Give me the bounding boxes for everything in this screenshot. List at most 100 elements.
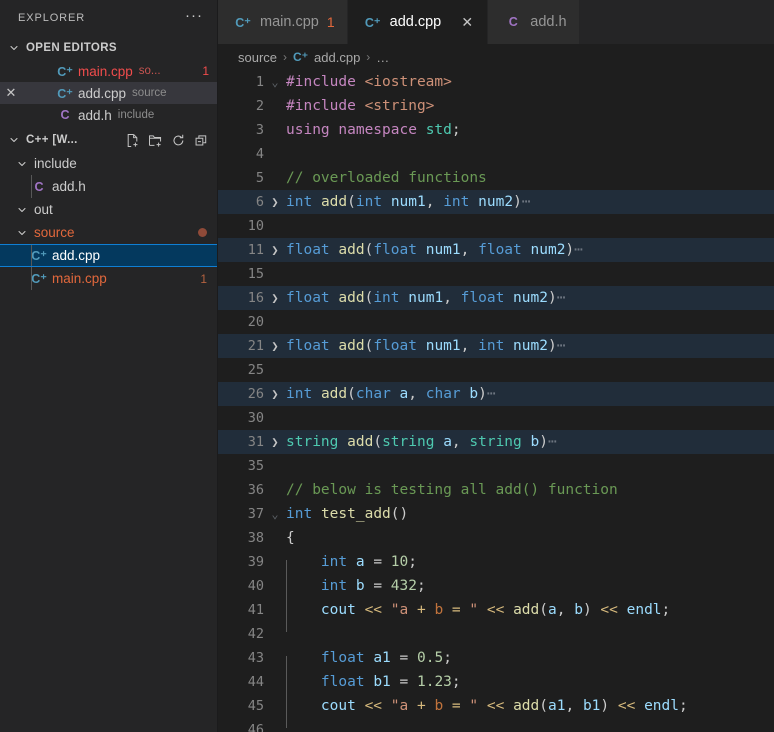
- code-line[interactable]: 6 ❯ int add(int num1, int num2)⋯: [218, 190, 774, 214]
- explorer-sidebar: EXPLORER ··· OPEN EDITORS C⁺ main.cpp so..…: [0, 0, 218, 732]
- code-editor[interactable]: 1 ⌄ #include <iostream> 2 #include <string> 3…: [218, 70, 774, 732]
- code-line[interactable]: 30: [218, 406, 774, 430]
- fold-collapsed-icon[interactable]: ❯: [264, 382, 286, 406]
- cpp-file-icon: C⁺: [31, 272, 47, 286]
- tree-folder-row[interactable]: include: [0, 152, 217, 175]
- fold-expanded-icon[interactable]: ⌄: [264, 502, 286, 526]
- folded-code-ellipsis[interactable]: ⋯: [557, 290, 566, 306]
- tree-folder-row[interactable]: source: [0, 221, 217, 244]
- editor-tab[interactable]: Cadd.h: [488, 0, 580, 44]
- line-number: 1: [255, 74, 264, 90]
- section-header-open-editors[interactable]: OPEN EDITORS: [0, 36, 217, 60]
- tree-file-row[interactable]: C⁺ main.cpp 1: [0, 267, 217, 290]
- code-line[interactable]: 15: [218, 262, 774, 286]
- open-editor-item[interactable]: ✕ C⁺ add.cpp source: [0, 82, 217, 104]
- folded-code-ellipsis[interactable]: ⋯: [557, 338, 566, 354]
- code-line[interactable]: 10: [218, 214, 774, 238]
- code-line[interactable]: 1 ⌄ #include <iostream>: [218, 70, 774, 94]
- code-line[interactable]: 41 cout << "a + b = " << add(a, b) << en…: [218, 598, 774, 632]
- code-comment: // overloaded functions: [286, 170, 487, 186]
- line-number: 39: [247, 554, 264, 570]
- code-line[interactable]: 4: [218, 142, 774, 166]
- open-editor-item[interactable]: Cadd.h include: [0, 104, 217, 126]
- line-number: 45: [247, 698, 264, 714]
- code-line[interactable]: 42: [218, 622, 774, 646]
- code-line[interactable]: 16 ❯ float add(int num1, float num2)⋯: [218, 286, 774, 310]
- file-name: add.h: [52, 179, 86, 194]
- editor-tab[interactable]: C⁺ main.cpp 1: [218, 0, 348, 44]
- code-line[interactable]: 3 using namespace std;: [218, 118, 774, 142]
- breadcrumb-symbol[interactable]: …: [376, 50, 389, 65]
- collapse-all-icon[interactable]: [191, 130, 211, 150]
- chevron-down-icon: [6, 132, 22, 148]
- code-line[interactable]: 39 int a = 10;: [218, 550, 774, 584]
- chevron-down-icon[interactable]: [14, 225, 30, 241]
- code-line[interactable]: 43 float a1 = 0.5;: [218, 646, 774, 680]
- code-line[interactable]: 46: [218, 718, 774, 732]
- code-line-text: float a1 = 0.5;: [286, 650, 452, 680]
- code-line[interactable]: 36 // below is testing all add() function: [218, 478, 774, 502]
- code-line-text: // below is testing all add() function: [286, 478, 774, 502]
- line-number: 46: [247, 722, 264, 732]
- code-line[interactable]: 37 ⌄ int test_add(): [218, 502, 774, 526]
- folded-code-ellipsis[interactable]: ⋯: [548, 434, 557, 450]
- close-icon[interactable]: ✕: [459, 14, 475, 31]
- code-line[interactable]: 45 cout << "a + b = " << add(a1, b1) << …: [218, 694, 774, 728]
- fold-collapsed-icon[interactable]: ❯: [264, 430, 286, 454]
- new-folder-icon[interactable]: [145, 130, 165, 150]
- indent-guide: [31, 267, 32, 290]
- code-line[interactable]: 25: [218, 358, 774, 382]
- fold-collapsed-icon[interactable]: ❯: [264, 334, 286, 358]
- chevron-down-icon[interactable]: [14, 202, 30, 218]
- tree-file-row[interactable]: C⁺ add.cpp: [0, 244, 217, 267]
- new-file-icon[interactable]: [122, 130, 142, 150]
- code-line[interactable]: 2 #include <string>: [218, 94, 774, 118]
- code-line[interactable]: 20: [218, 310, 774, 334]
- line-number: 15: [247, 266, 264, 282]
- code-string: "a + b = ": [390, 698, 479, 714]
- error-count-badge: 1: [202, 64, 209, 78]
- fold-collapsed-icon[interactable]: ❯: [264, 190, 286, 214]
- tree-file-row[interactable]: Cadd.h: [0, 175, 217, 198]
- page-title: EXPLORER: [18, 12, 86, 24]
- code-line[interactable]: 44 float b1 = 1.23;: [218, 670, 774, 704]
- line-number: 11: [247, 242, 264, 258]
- open-editor-folder: so...: [138, 65, 161, 77]
- line-number: 40: [247, 578, 264, 594]
- code-line[interactable]: 31 ❯ string add(string a, string b)⋯: [218, 430, 774, 454]
- editor-tab[interactable]: C⁺ add.cpp ✕: [347, 0, 489, 44]
- code-line[interactable]: 5 // overloaded functions: [218, 166, 774, 190]
- code-line[interactable]: 21 ❯ float add(float num1, int num2)⋯: [218, 334, 774, 358]
- vscode-window: EXPLORER ··· OPEN EDITORS C⁺ main.cpp so..…: [0, 0, 774, 732]
- code-line[interactable]: 26 ❯ int add(char a, char b)⋯: [218, 382, 774, 406]
- section-header-project[interactable]: C++ [W...: [0, 128, 217, 152]
- tab-label: add.cpp: [389, 14, 442, 30]
- code-line[interactable]: 40 int b = 432;: [218, 574, 774, 608]
- folder-name: out: [34, 202, 53, 217]
- open-editor-item[interactable]: C⁺ main.cpp so... 1: [0, 60, 217, 82]
- breadcrumb-file[interactable]: add.cpp: [314, 50, 360, 65]
- editor-tab-bar: C⁺ main.cpp 1 C⁺ add.cpp ✕ Cadd.h: [218, 0, 774, 44]
- fold-collapsed-icon[interactable]: ❯: [264, 238, 286, 262]
- code-line-text: float b1 = 1.23;: [286, 674, 461, 704]
- folded-code-ellipsis[interactable]: ⋯: [522, 194, 531, 210]
- close-icon[interactable]: ✕: [0, 85, 22, 101]
- code-line[interactable]: 11 ❯ float add(float num1, float num2)⋯: [218, 238, 774, 262]
- editor-area: C⁺ main.cpp 1 C⁺ add.cpp ✕ Cadd.h source › C⁺ …: [218, 0, 774, 732]
- code-line[interactable]: 38 {: [218, 526, 774, 550]
- folded-code-ellipsis[interactable]: ⋯: [487, 386, 496, 402]
- code-line-text: string add(string a, string b)⋯: [286, 434, 557, 450]
- more-actions-icon[interactable]: ···: [181, 8, 207, 28]
- fold-expanded-icon[interactable]: ⌄: [264, 70, 286, 94]
- folded-code-ellipsis[interactable]: ⋯: [574, 242, 583, 258]
- fold-collapsed-icon[interactable]: ❯: [264, 286, 286, 310]
- breadcrumb-folder[interactable]: source: [238, 50, 277, 65]
- refresh-icon[interactable]: [168, 130, 188, 150]
- tree-folder-row[interactable]: out: [0, 198, 217, 221]
- explorer-title-row: EXPLORER ···: [0, 0, 217, 36]
- line-number: 36: [247, 482, 264, 498]
- chevron-down-icon[interactable]: [14, 156, 30, 172]
- code-line-text: using namespace std;: [286, 122, 461, 138]
- open-editors-list: C⁺ main.cpp so... 1 ✕ C⁺ add.cpp source Cadd.h in…: [0, 60, 217, 126]
- code-line[interactable]: 35: [218, 454, 774, 478]
